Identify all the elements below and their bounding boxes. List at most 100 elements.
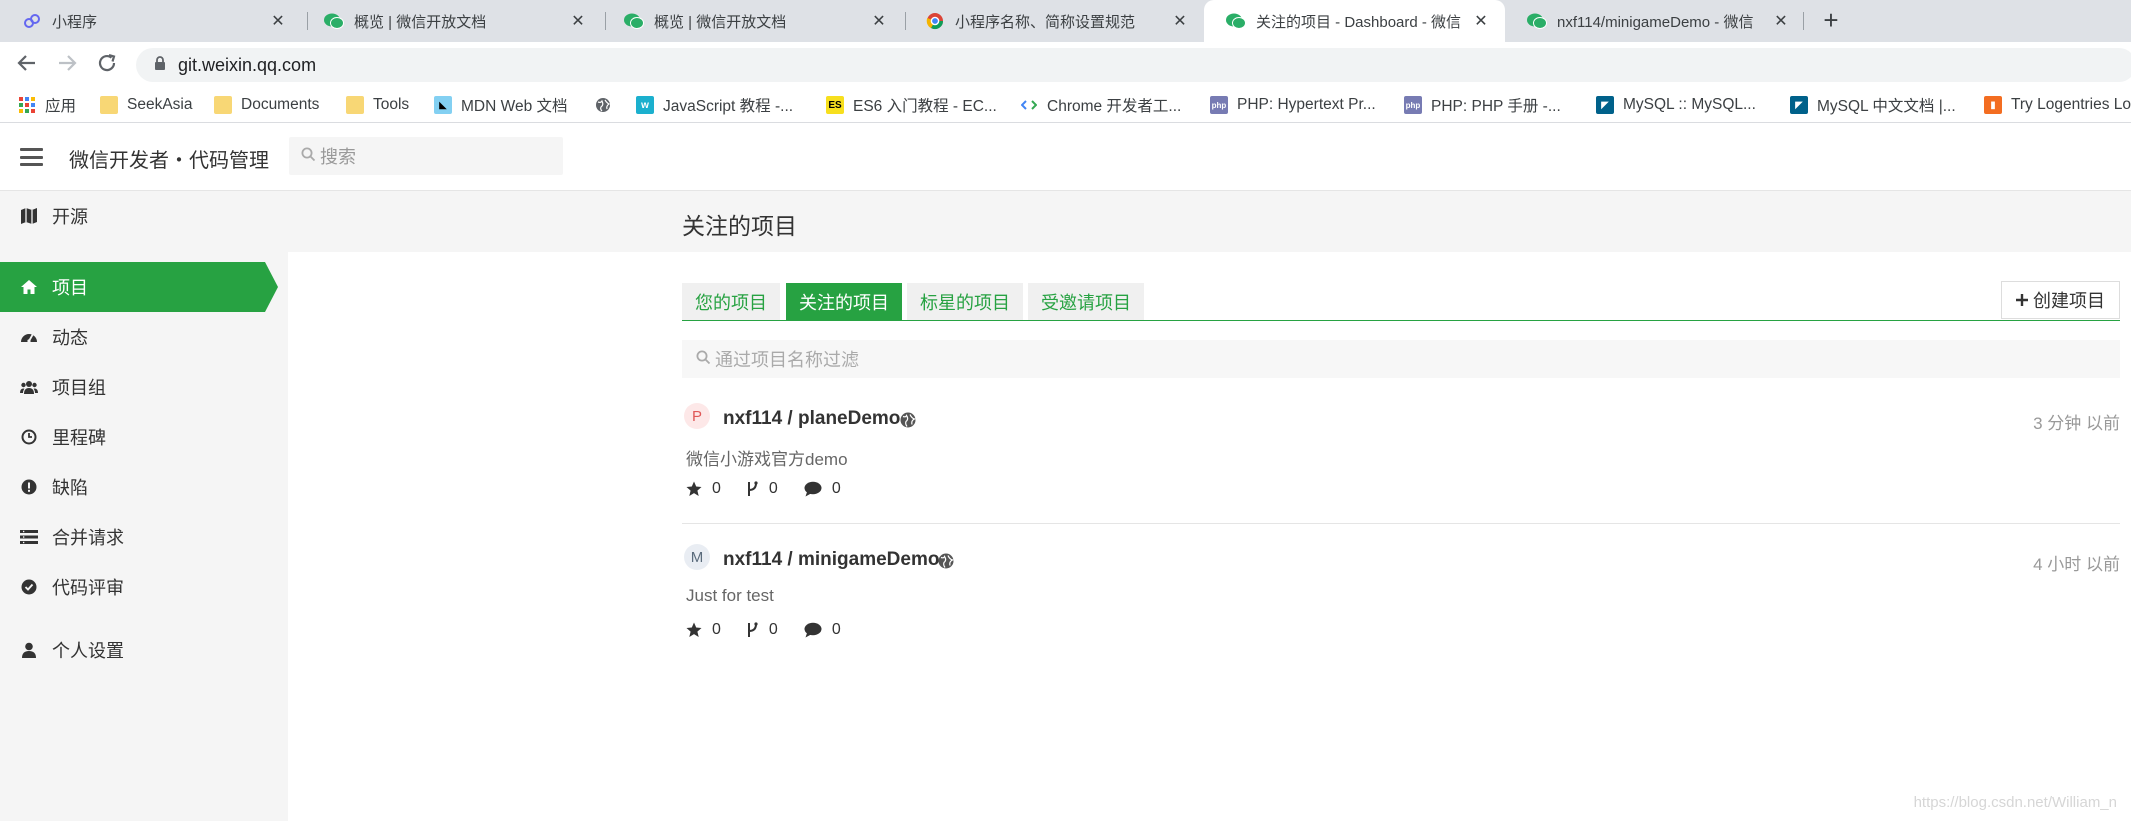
close-tab-icon[interactable]: ✕	[1170, 11, 1190, 31]
bookmark-label: PHP: Hypertext Pr...	[1237, 96, 1376, 113]
wechat-icon	[1527, 11, 1547, 31]
public-globe-icon	[900, 412, 917, 428]
tab-title: 概览 | 微信开放文档	[354, 13, 487, 31]
bookmark-mdn[interactable]: ◣ MDN Web 文档	[434, 87, 568, 123]
bookmark-javascript[interactable]: w JavaScript 教程 -...	[636, 87, 793, 123]
bookmark-seekasia[interactable]: SeekAsia	[100, 87, 192, 123]
sidebar-item-open-source[interactable]: 开源	[0, 191, 288, 241]
tab-title: 小程序名称、简称设置规范	[955, 13, 1136, 31]
home-icon	[20, 278, 38, 296]
forks-count[interactable]: 0	[747, 480, 778, 498]
project-divider	[682, 523, 2120, 524]
project-name-link[interactable]: nxf114 / minigameDemo	[723, 549, 939, 571]
project-stats: 0 0 0	[686, 480, 867, 498]
address-text: git.weixin.qq.com	[178, 54, 317, 75]
browser-tab-6[interactable]: nxf114/minigameDemo - 微信 ✕	[1505, 0, 1805, 42]
back-button[interactable]	[14, 52, 40, 78]
tab-invited-projects[interactable]: 受邀请项目	[1028, 283, 1144, 320]
sidebar-item-projects[interactable]: 项目	[0, 262, 278, 312]
bookmarks-bar: 应用 SeekAsia Documents Tools ◣ MDN Web 文档…	[0, 87, 2131, 123]
comments-count[interactable]: 0	[804, 621, 841, 639]
bookmark-php-hypertext[interactable]: php PHP: Hypertext Pr...	[1210, 87, 1376, 123]
page-title: 关注的项目	[682, 213, 797, 239]
tab-title: 概览 | 微信开放文档	[654, 13, 787, 31]
project-filter-input[interactable]: 通过项目名称过滤	[682, 340, 2120, 378]
check-circle-icon	[20, 578, 38, 596]
bookmark-logentries[interactable]: ▮ Try Logentries Lo	[1984, 87, 2131, 123]
dashboard-icon	[20, 328, 38, 346]
sidebar-item-label: 个人设置	[52, 641, 124, 661]
tab-starred-projects[interactable]: 标星的项目	[907, 283, 1023, 320]
bookmark-es6[interactable]: ES ES6 入门教程 - EC...	[826, 87, 997, 123]
browser-tab-4[interactable]: 小程序名称、简称设置规范 ✕	[903, 0, 1204, 42]
exclamation-icon	[20, 478, 38, 496]
search-input[interactable]: 搜索	[289, 137, 563, 175]
tab-your-projects[interactable]: 您的项目	[682, 283, 780, 320]
bookmark-label: Tools	[373, 96, 410, 113]
project-row: P nxf114 / planeDemo 3 分钟 以前 微信小游戏官方demo…	[682, 400, 2120, 530]
bookmark-label: 应用	[45, 98, 77, 115]
filter-placeholder: 通过项目名称过滤	[715, 350, 859, 370]
sidebar-item-label: 项目	[52, 278, 88, 298]
bookmark-label: Documents	[241, 96, 320, 113]
project-stats: 0 0 0	[686, 621, 867, 639]
create-project-button[interactable]: 创建项目	[2001, 281, 2120, 319]
sidebar-item-code-review[interactable]: 代码评审	[0, 562, 288, 612]
bookmark-documents[interactable]: Documents	[214, 87, 319, 123]
project-avatar: P	[684, 403, 710, 429]
close-tab-icon[interactable]: ✕	[1771, 11, 1791, 31]
sidebar-item-settings[interactable]: 个人设置	[0, 625, 288, 675]
comment-icon	[804, 622, 822, 638]
stars-count[interactable]: 0	[686, 621, 721, 639]
bookmark-chrome-devtools[interactable]: Chrome 开发者工...	[1020, 87, 1181, 123]
bookmark-label: JavaScript 教程 -...	[663, 98, 794, 115]
chrome-devtools-icon	[1020, 96, 1038, 114]
bookmark-label: Try Logentries Lo	[2011, 96, 2131, 113]
mdn-icon: ◣	[434, 96, 452, 114]
sidebar-item-issues[interactable]: 缺陷	[0, 462, 288, 512]
bookmark-tools[interactable]: Tools	[346, 87, 409, 123]
folder-icon	[346, 96, 364, 114]
bookmark-mysql-cn[interactable]: ◤ MySQL 中文文档 |...	[1790, 87, 1956, 123]
chrome-icon	[925, 11, 945, 31]
bookmark-apps[interactable]: 应用	[18, 87, 76, 123]
browser-tab-2[interactable]: 概览 | 微信开放文档 ✕	[302, 0, 602, 42]
bookmark-label: SeekAsia	[127, 96, 193, 113]
sidebar-item-label: 里程碑	[52, 428, 106, 448]
stars-value: 0	[712, 480, 721, 497]
wechat-icon	[624, 11, 644, 31]
close-tab-icon[interactable]: ✕	[268, 11, 288, 31]
app-title[interactable]: 微信开发者・代码管理	[69, 144, 269, 173]
project-name-link[interactable]: nxf114 / planeDemo	[723, 408, 900, 430]
sidebar-item-groups[interactable]: 项目组	[0, 362, 288, 412]
sidebar-item-label: 代码评审	[52, 578, 124, 598]
new-tab-button[interactable]: +	[1818, 7, 1844, 34]
close-tab-icon[interactable]: ✕	[568, 11, 588, 31]
address-bar[interactable]: git.weixin.qq.com	[136, 48, 2131, 82]
sidebar-item-activity[interactable]: 动态	[0, 312, 288, 362]
browser-tab-3[interactable]: 概览 | 微信开放文档 ✕	[602, 0, 903, 42]
browser-tab-1[interactable]: 小程序 ✕	[0, 0, 302, 42]
comments-count[interactable]: 0	[804, 480, 841, 498]
forks-count[interactable]: 0	[747, 621, 778, 639]
bookmark-globe[interactable]	[594, 87, 621, 123]
tab-separator	[1803, 12, 1804, 30]
sidebar-item-merge-requests[interactable]: 合并请求	[0, 512, 288, 562]
close-tab-icon[interactable]: ✕	[1471, 11, 1491, 31]
comment-icon	[804, 481, 822, 497]
tab-starred-following[interactable]: 关注的项目	[786, 283, 902, 320]
bookmark-php-manual[interactable]: php PHP: PHP 手册 -...	[1404, 87, 1561, 123]
browser-tab-5[interactable]: 关注的项目 - Dashboard - 微信 ✕	[1204, 0, 1505, 42]
sidebar-item-milestones[interactable]: 里程碑	[0, 412, 288, 462]
tab-title: 关注的项目 - Dashboard - 微信	[1256, 13, 1462, 31]
menu-icon[interactable]	[20, 148, 43, 166]
bookmark-mysql[interactable]: ◤ MySQL :: MySQL...	[1596, 87, 1756, 123]
project-avatar: M	[684, 544, 710, 570]
bookmark-label: MySQL 中文文档 |...	[1817, 98, 1956, 115]
reload-button[interactable]	[94, 52, 120, 78]
stars-count[interactable]: 0	[686, 480, 721, 498]
close-tab-icon[interactable]: ✕	[869, 11, 889, 31]
w3school-icon: w	[636, 96, 654, 114]
bookmark-label: Chrome 开发者工...	[1047, 98, 1182, 115]
forward-button[interactable]	[54, 52, 80, 78]
